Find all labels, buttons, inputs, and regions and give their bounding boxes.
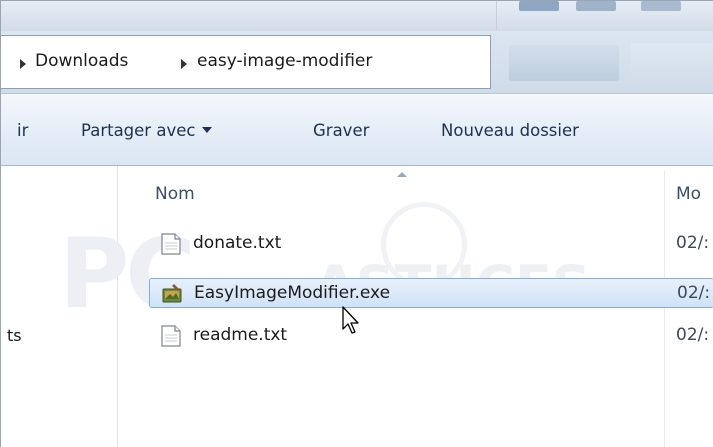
share-with-label: Partager avec bbox=[81, 121, 196, 140]
breadcrumb-downloads[interactable]: Downloads bbox=[35, 51, 128, 71]
content-area: ts PC ASTUCES Nom Mo donate.txt 02/: Eas… bbox=[1, 166, 713, 447]
file-row[interactable]: readme.txt 02/: bbox=[149, 321, 713, 351]
file-modified-date: 02/: bbox=[676, 233, 710, 253]
file-modified-date: 02/: bbox=[676, 325, 710, 345]
column-header-name[interactable]: Nom bbox=[155, 184, 195, 204]
address-field[interactable]: Downloads easy-image-modifier bbox=[1, 35, 491, 89]
glass-decoration bbox=[576, 1, 616, 11]
text-file-icon bbox=[161, 233, 181, 255]
title-bar bbox=[1, 1, 713, 31]
search-input[interactable] bbox=[631, 43, 713, 81]
glass-decoration bbox=[519, 1, 559, 11]
file-name: EasyImageModifier.exe bbox=[194, 283, 391, 303]
breadcrumb-separator-icon[interactable] bbox=[20, 59, 26, 69]
burn-button[interactable]: Graver bbox=[313, 121, 369, 140]
column-divider[interactable] bbox=[664, 170, 665, 447]
mouse-pointer-icon bbox=[342, 306, 359, 334]
breadcrumb-separator-icon[interactable] bbox=[181, 59, 187, 69]
toolbar-partial-item[interactable]: ir bbox=[17, 121, 28, 140]
new-folder-button[interactable]: Nouveau dossier bbox=[441, 121, 579, 140]
app-exe-icon bbox=[162, 284, 182, 303]
column-header-modified[interactable]: Mo bbox=[676, 184, 701, 204]
file-row-selected[interactable]: EasyImageModifier.exe 02/: bbox=[149, 278, 713, 308]
file-name: readme.txt bbox=[193, 325, 288, 345]
text-file-icon bbox=[161, 325, 181, 347]
glass-decoration bbox=[641, 1, 681, 11]
file-name: donate.txt bbox=[193, 233, 282, 253]
glass-decoration bbox=[496, 1, 497, 31]
command-bar: ir Partager avec Graver Nouveau dossier bbox=[1, 93, 713, 166]
address-bar: Downloads easy-image-modifier bbox=[1, 31, 713, 93]
file-modified-date: 02/: bbox=[677, 283, 711, 303]
nav-pane-item[interactable]: ts bbox=[7, 326, 22, 345]
refresh-button[interactable] bbox=[509, 45, 619, 81]
chevron-down-icon bbox=[202, 127, 213, 133]
breadcrumb-current-folder[interactable]: easy-image-modifier bbox=[197, 51, 372, 71]
file-row[interactable]: donate.txt 02/: bbox=[149, 229, 713, 259]
sort-ascending-icon bbox=[397, 172, 407, 177]
share-with-button[interactable]: Partager avec bbox=[81, 121, 213, 140]
navigation-pane[interactable]: ts bbox=[1, 166, 118, 447]
